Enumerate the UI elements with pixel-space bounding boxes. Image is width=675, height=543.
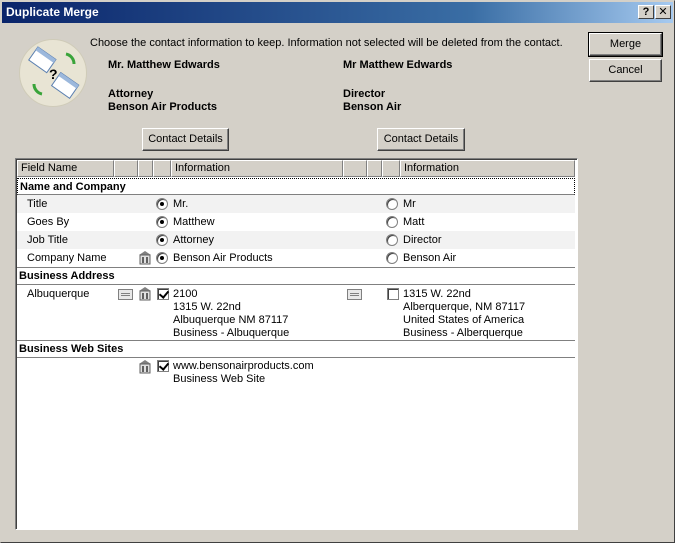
- right-address-line-1: 1315 W. 22nd: [403, 288, 471, 300]
- building-icon: [139, 360, 151, 374]
- help-button[interactable]: ?: [638, 5, 654, 19]
- left-goes-by-radio[interactable]: [156, 216, 168, 228]
- header-right-information[interactable]: Information: [400, 160, 575, 177]
- header-left-select-col[interactable]: [153, 160, 171, 177]
- right-contact-title: Director: [343, 88, 386, 100]
- left-company-value: Benson Air Products: [173, 252, 273, 264]
- left-address-line-4: Business - Albuquerque: [173, 327, 290, 339]
- left-address-checkbox[interactable]: [157, 288, 169, 300]
- section-business-address[interactable]: Business Address: [17, 268, 575, 285]
- right-title-radio[interactable]: [386, 198, 398, 210]
- left-goes-by-value: Matthew: [173, 216, 215, 228]
- left-title-value: Mr.: [173, 198, 189, 210]
- window-title: Duplicate Merge: [6, 5, 99, 19]
- right-company-value: Benson Air: [403, 252, 457, 264]
- right-address-line-4: Business - Alberquerque: [403, 327, 523, 339]
- header-left-icon-col[interactable]: [114, 160, 138, 177]
- left-title-radio[interactable]: [156, 198, 168, 210]
- header-left-icon-col2[interactable]: [138, 160, 153, 177]
- header-right-icon-col2[interactable]: [367, 160, 382, 177]
- merge-grid[interactable]: Field Name Information Information Name …: [15, 158, 578, 530]
- field-title-label: Title: [27, 198, 48, 210]
- header-right-select-col[interactable]: [382, 160, 400, 177]
- right-job-title-radio[interactable]: [386, 234, 398, 246]
- left-address-line-2: 1315 W. 22nd: [173, 301, 241, 313]
- left-address-line-1: 2100: [173, 288, 198, 300]
- row-job-title[interactable]: Job Title Attorney Director: [17, 231, 575, 249]
- left-job-title-value: Attorney: [173, 234, 214, 246]
- close-button[interactable]: ✕: [655, 5, 671, 19]
- duplicate-merge-dialog: Duplicate Merge ? ✕ ? Choose the contact…: [0, 0, 675, 543]
- left-web-type: Business Web Site: [173, 373, 266, 385]
- left-web-url: www.bensonairproducts.com: [173, 360, 314, 372]
- right-contact-name: Mr Matthew Edwards: [343, 59, 453, 71]
- left-company-radio[interactable]: [156, 252, 168, 264]
- left-web-checkbox[interactable]: [157, 360, 169, 372]
- right-company-radio[interactable]: [386, 252, 398, 264]
- title-bar: Duplicate Merge ? ✕: [2, 2, 673, 23]
- left-contact-name: Mr. Matthew Edwards: [108, 59, 220, 71]
- row-title[interactable]: Title Mr. Mr: [17, 195, 575, 213]
- section-business-web-sites[interactable]: Business Web Sites: [17, 341, 575, 358]
- row-company-name[interactable]: Company Name Benson Air Products Benson …: [17, 249, 575, 268]
- address-card-icon: [347, 289, 362, 300]
- right-goes-by-value: Matt: [403, 216, 425, 228]
- field-company-name-label: Company Name: [27, 252, 107, 264]
- cancel-button[interactable]: Cancel: [589, 59, 662, 82]
- left-job-title-radio[interactable]: [156, 234, 168, 246]
- row-address[interactable]: Albuquerque 2100 1315 W. 22nd Albuquerqu…: [17, 285, 575, 341]
- left-contact-details-button[interactable]: Contact Details: [142, 128, 229, 151]
- left-contact-company: Benson Air Products: [108, 101, 217, 113]
- header-right-icon-col[interactable]: [343, 160, 367, 177]
- section-name-and-company[interactable]: Name and Company: [17, 178, 575, 195]
- right-address-line-2: Alberquerque, NM 87117: [403, 301, 526, 313]
- field-address-label: Albuquerque: [27, 288, 90, 300]
- building-icon: [139, 251, 151, 265]
- svg-text:?: ?: [49, 66, 58, 82]
- right-title-value: Mr: [403, 198, 416, 210]
- building-icon: [139, 287, 151, 301]
- instruction-text: Choose the contact information to keep. …: [90, 37, 563, 49]
- right-address-checkbox[interactable]: [387, 288, 399, 300]
- header-field-name[interactable]: Field Name: [17, 160, 114, 177]
- field-goes-by-label: Goes By: [27, 216, 70, 228]
- merge-button[interactable]: Merge: [588, 32, 663, 57]
- row-goes-by[interactable]: Goes By Matthew Matt: [17, 213, 575, 231]
- merge-contacts-icon: ?: [19, 39, 87, 107]
- address-card-icon: [118, 289, 133, 300]
- right-address-line-3: United States of America: [403, 314, 525, 326]
- row-web-site[interactable]: www.bensonairproducts.com Business Web S…: [17, 358, 575, 388]
- right-goes-by-radio[interactable]: [386, 216, 398, 228]
- right-contact-company: Benson Air: [343, 101, 402, 113]
- left-contact-title: Attorney: [108, 88, 154, 100]
- right-contact-details-button[interactable]: Contact Details: [377, 128, 465, 151]
- header-left-information[interactable]: Information: [171, 160, 343, 177]
- left-address-line-3: Albuquerque NM 87117: [173, 314, 289, 326]
- field-job-title-label: Job Title: [27, 234, 68, 246]
- right-job-title-value: Director: [403, 234, 442, 246]
